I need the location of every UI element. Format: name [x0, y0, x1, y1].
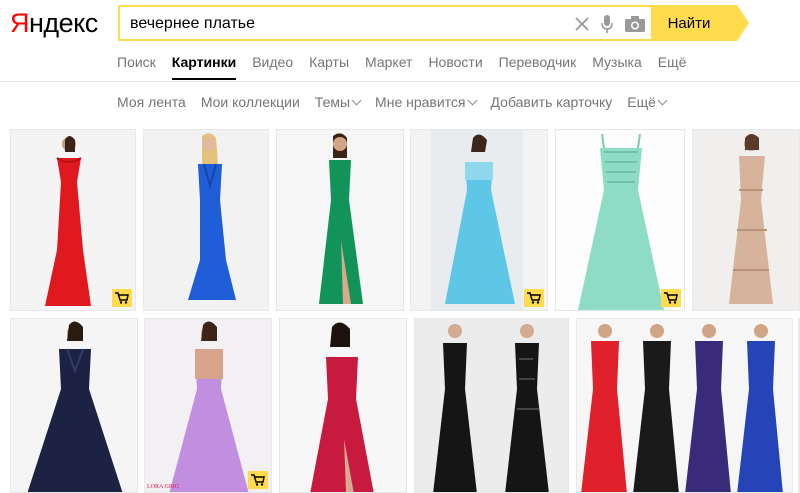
image-watermark: LORA GRIG [147, 484, 180, 490]
dress-green-image [319, 133, 363, 304]
search-bar: Найти [118, 5, 749, 41]
shopping-cart-icon[interactable] [112, 289, 132, 307]
dress-gold-sequin-image [729, 134, 773, 304]
clear-icon[interactable] [575, 13, 589, 35]
nav-maps[interactable]: Карты [309, 52, 349, 80]
chevron-down-icon [351, 95, 362, 105]
subnav-more-label: Ещё [627, 94, 656, 110]
logo-first-letter: Я [10, 8, 30, 38]
nav-search[interactable]: Поиск [117, 52, 156, 80]
image-result-10[interactable] [414, 318, 569, 493]
subnav-add-card[interactable]: Добавить карточку [491, 93, 613, 111]
subnav-feed[interactable]: Моя лента [117, 93, 186, 111]
image-result-3[interactable] [276, 129, 404, 311]
yandex-logo[interactable]: Яндекс [10, 6, 98, 40]
dress-blue-image [188, 133, 236, 300]
logo-rest: ндекс [29, 8, 98, 38]
search-icons [575, 13, 645, 35]
search-input[interactable] [130, 13, 560, 35]
header-divider [0, 81, 800, 82]
nav-music[interactable]: Музыка [592, 52, 642, 80]
dress-red-image [45, 136, 91, 306]
image-result-4[interactable] [410, 129, 548, 311]
search-box [118, 5, 653, 41]
image-result-6[interactable] [692, 129, 800, 311]
dress-navy-image [27, 321, 123, 492]
dress-crimson-image [310, 322, 374, 492]
chevron-down-icon [657, 95, 668, 105]
chevron-down-icon [467, 95, 477, 105]
images-subnav: Моя лента Мои коллекции Темы Мне нравитс… [117, 93, 681, 111]
image-result-11[interactable] [576, 318, 793, 493]
image-result-5[interactable] [555, 129, 685, 311]
subnav-likes-label: Мне нравится [375, 94, 466, 110]
nav-market[interactable]: Маркет [365, 52, 412, 80]
image-result-9[interactable] [279, 318, 407, 493]
nav-video[interactable]: Видео [252, 52, 293, 80]
dress-lilac-image [169, 321, 249, 492]
nav-translate[interactable]: Переводчик [499, 52, 577, 80]
image-result-1[interactable] [10, 129, 136, 311]
subnav-collections-label: Мои коллекции [200, 94, 300, 110]
subnav-more[interactable]: Ещё [627, 93, 668, 111]
services-nav: Поиск Картинки Видео Карты Маркет Новост… [117, 52, 702, 80]
dress-mint-image [578, 133, 664, 310]
image-result-2[interactable] [143, 129, 269, 311]
nav-news[interactable]: Новости [428, 52, 482, 80]
nav-images[interactable]: Картинки [171, 52, 237, 80]
subnav-add-card-label: Добавить карточку [490, 94, 613, 110]
image-result-7[interactable] [10, 318, 138, 493]
dress-light-blue-image [411, 130, 547, 310]
microphone-icon[interactable] [601, 13, 613, 35]
subnav-collections[interactable]: Мои коллекции [201, 93, 300, 111]
image-result-8[interactable]: LORA GRIG [144, 318, 272, 493]
nav-more[interactable]: Ещё [658, 52, 687, 80]
camera-icon[interactable] [625, 13, 645, 35]
dress-multicolor-image [581, 324, 783, 492]
dress-black-lace-image [433, 324, 549, 492]
shopping-cart-icon[interactable] [661, 289, 681, 307]
search-button[interactable]: Найти [651, 5, 749, 41]
subnav-feed-label: Моя лента [117, 94, 186, 110]
shopping-cart-icon[interactable] [248, 471, 268, 489]
subnav-themes-label: Темы [314, 94, 351, 110]
shopping-cart-icon[interactable] [524, 289, 544, 307]
subnav-likes[interactable]: Мне нравится [375, 93, 477, 111]
subnav-themes[interactable]: Темы [314, 93, 362, 111]
